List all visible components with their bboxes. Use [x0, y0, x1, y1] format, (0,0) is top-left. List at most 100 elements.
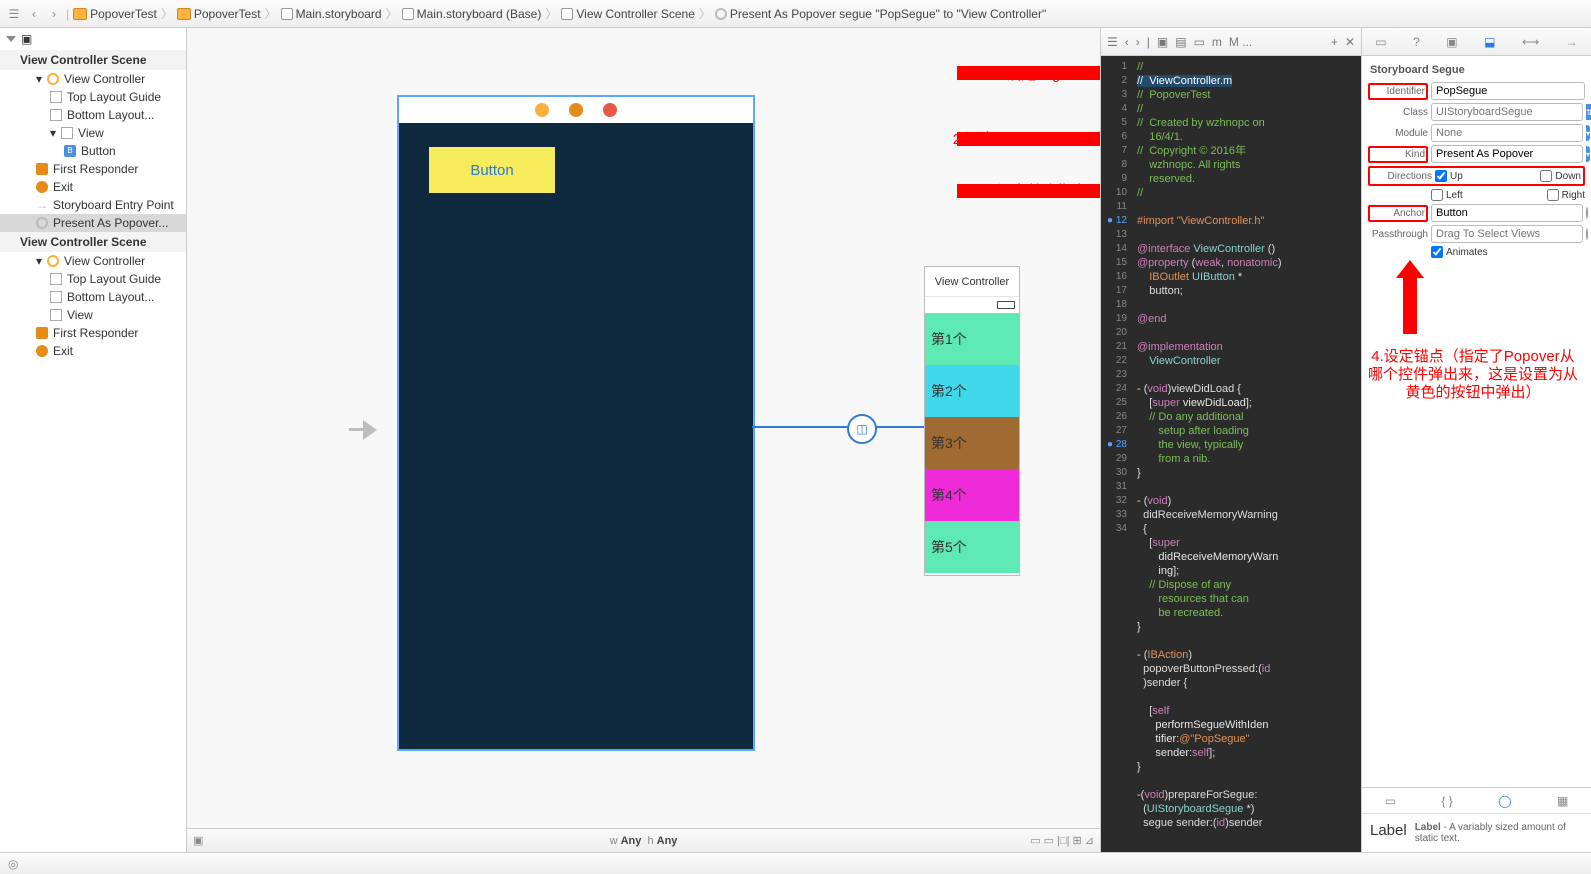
- crumb-project[interactable]: PopoverTest: [73, 7, 157, 21]
- inspector-tabs[interactable]: ▭ ? ▣ ⬓ ⟷ →: [1362, 28, 1591, 56]
- crumb-scene[interactable]: View Controller Scene: [561, 7, 695, 21]
- folder-icon[interactable]: ▭: [1194, 35, 1205, 49]
- module-drop-icon[interactable]: ▾: [1586, 125, 1590, 141]
- guide-icon: [50, 109, 62, 121]
- cell-5[interactable]: 第5个: [925, 521, 1019, 573]
- identity-inspector-icon[interactable]: ▣: [1446, 35, 1457, 49]
- cell-3[interactable]: 第3个: [925, 417, 1019, 469]
- crumb-storyboard[interactable]: Main.storyboard: [281, 7, 382, 21]
- exit-dock-icon[interactable]: [603, 103, 617, 117]
- chevron-down-icon[interactable]: [6, 36, 16, 42]
- library-item-label[interactable]: Label Label - A variably sized amount of…: [1362, 814, 1591, 852]
- storyboard-icon: [281, 8, 293, 20]
- battery-icon: [997, 301, 1015, 309]
- media-library-icon[interactable]: ▦: [1557, 794, 1568, 808]
- scene-header-2[interactable]: View Controller Scene: [0, 232, 186, 252]
- guide-icon: [50, 91, 62, 103]
- outline-vc[interactable]: ▾View Controller: [0, 70, 186, 88]
- kind-drop-icon[interactable]: ▾: [1586, 146, 1590, 162]
- anchor-connection-icon[interactable]: [1586, 207, 1588, 219]
- dir-down-check[interactable]: [1540, 170, 1552, 182]
- dir-right-check[interactable]: [1547, 189, 1559, 201]
- class-stepper-icon[interactable]: ⇅: [1586, 104, 1591, 120]
- outline-fr2[interactable]: First Responder: [0, 324, 186, 342]
- outline-view[interactable]: ▾View: [0, 124, 186, 142]
- outline-tlg2[interactable]: Top Layout Guide: [0, 270, 186, 288]
- crumb-group[interactable]: PopoverTest: [177, 7, 261, 21]
- size-inspector-icon[interactable]: ⟷: [1522, 35, 1539, 49]
- vc2-title: View Controller: [925, 267, 1019, 297]
- outline-vc2[interactable]: ▾View Controller: [0, 252, 186, 270]
- outline-blg2[interactable]: Bottom Layout...: [0, 288, 186, 306]
- close-assistant-icon[interactable]: ✕: [1345, 35, 1355, 49]
- module-field[interactable]: [1431, 124, 1583, 142]
- outline-tlg[interactable]: Top Layout Guide: [0, 88, 186, 106]
- passthrough-field[interactable]: [1431, 225, 1583, 243]
- kind-field[interactable]: [1431, 145, 1583, 163]
- passthrough-connection-icon[interactable]: [1586, 228, 1588, 240]
- outline-button[interactable]: BButton: [0, 142, 186, 160]
- canvas-footer: ▣ w Any h Any ▭ ▭ |□| ⊞ ⊿: [187, 828, 1100, 852]
- related-items-icon[interactable]: ☰: [6, 6, 22, 22]
- first-responder-dock-icon[interactable]: [569, 103, 583, 117]
- outline-blg[interactable]: Bottom Layout...: [0, 106, 186, 124]
- cell-2[interactable]: 第2个: [925, 365, 1019, 417]
- file-icon[interactable]: ▤: [1175, 35, 1186, 49]
- scene-header[interactable]: View Controller Scene: [0, 50, 186, 70]
- anchor-field[interactable]: [1431, 204, 1583, 222]
- back-icon[interactable]: ‹: [1125, 35, 1129, 49]
- outline-exit2[interactable]: Exit: [0, 342, 186, 360]
- connections-inspector-icon[interactable]: →: [1566, 35, 1578, 49]
- cell-1[interactable]: 第1个: [925, 313, 1019, 365]
- assistant-jump-bar[interactable]: ☰ ‹ › | ▣ ▤ ▭ m M ... + ✕: [1101, 28, 1361, 56]
- add-assistant-icon[interactable]: +: [1331, 35, 1338, 49]
- segue-icon: [36, 217, 48, 229]
- source-editor[interactable]: // // ViewController.m // PopoverTest //…: [1131, 56, 1361, 852]
- object-library-icon[interactable]: ◯: [1498, 794, 1511, 808]
- vc-dock-icon[interactable]: [535, 103, 549, 117]
- class-field[interactable]: [1431, 103, 1583, 121]
- canvas-button[interactable]: Button: [429, 147, 555, 193]
- animates-check[interactable]: [1431, 246, 1443, 258]
- filter-icon[interactable]: ◎: [8, 857, 18, 871]
- related-items-icon[interactable]: ☰: [1107, 35, 1118, 49]
- forward-icon[interactable]: ›: [46, 6, 62, 22]
- kind-label: Kind: [1368, 146, 1428, 163]
- assistant-editor: ☰ ‹ › | ▣ ▤ ▭ m M ... + ✕ 123456 7891011…: [1101, 28, 1361, 852]
- outline-first-responder[interactable]: First Responder: [0, 160, 186, 178]
- dir-left-check[interactable]: [1431, 189, 1443, 201]
- counterparts-icon[interactable]: ▣: [1157, 35, 1168, 49]
- red-arrowhead-icon: [1396, 260, 1424, 278]
- canvas-tools[interactable]: ▭ ▭ |□| ⊞ ⊿: [1030, 834, 1094, 847]
- crumb-segue[interactable]: Present As Popover segue "PopSegue" to "…: [715, 7, 1046, 21]
- outline-view2[interactable]: View: [0, 306, 186, 324]
- filter-icon[interactable]: ▣: [21, 32, 32, 46]
- view-controller-2[interactable]: View Controller 第1个 第2个 第3个 第4个 第5个: [924, 266, 1020, 576]
- forward-icon[interactable]: ›: [1136, 35, 1140, 49]
- identifier-field[interactable]: [1431, 82, 1585, 100]
- library-tabs[interactable]: ▭ { } ◯ ▦: [1362, 788, 1591, 814]
- outline-entry-point[interactable]: →Storyboard Entry Point: [0, 196, 186, 214]
- outline-exit[interactable]: Exit: [0, 178, 186, 196]
- line-gutter: 123456 7891011● 12 13141516 17181920 212…: [1101, 56, 1131, 852]
- dir-up-check[interactable]: [1435, 170, 1447, 182]
- attributes-inspector-icon[interactable]: ⬓: [1484, 35, 1495, 49]
- cell-4[interactable]: 第4个: [925, 469, 1019, 521]
- annotation-4: 4.设定锚点（指定了Popover从哪个控件弹出来，这是设置为从黄色的按钮中弹出…: [1368, 348, 1578, 402]
- outline-toggle-icon[interactable]: ▣: [193, 834, 203, 847]
- back-icon[interactable]: ‹: [26, 6, 42, 22]
- segue-badge[interactable]: ◫: [847, 414, 877, 444]
- crumb-base[interactable]: Main.storyboard (Base): [402, 7, 542, 21]
- code-snippet-library-icon[interactable]: { }: [1441, 794, 1452, 808]
- impl-path2[interactable]: M ...: [1229, 35, 1252, 49]
- outline-popover-segue[interactable]: Present As Popover...: [0, 214, 186, 232]
- document-outline[interactable]: ▣ View Controller Scene ▾View Controller…: [0, 28, 187, 852]
- file-inspector-icon[interactable]: ▭: [1375, 35, 1386, 49]
- quickhelp-inspector-icon[interactable]: ?: [1413, 35, 1420, 49]
- exit-icon: [36, 181, 48, 193]
- storyboard-canvas[interactable]: Button ◫ View Controller 第1个 第2个 第3个 第4个…: [187, 28, 1101, 852]
- file-template-library-icon[interactable]: ▭: [1385, 794, 1396, 808]
- project-icon: [73, 8, 87, 20]
- view-controller-1[interactable]: Button: [397, 95, 755, 751]
- impl-path[interactable]: m: [1212, 35, 1222, 49]
